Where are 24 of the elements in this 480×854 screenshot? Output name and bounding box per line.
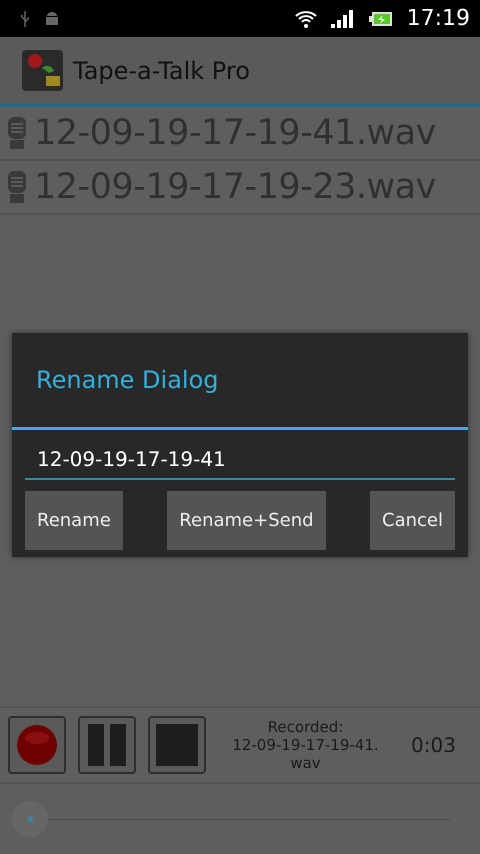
microphone-icon [6, 170, 28, 204]
pause-button[interactable] [78, 716, 136, 774]
app-logo-icon [22, 50, 63, 91]
clock-time: 17:19 [406, 5, 470, 33]
stop-icon [156, 724, 198, 766]
microphone-icon [6, 116, 28, 150]
elapsed-time: 0:03 [411, 732, 456, 759]
rename-button[interactable]: Rename [25, 491, 123, 550]
rename-send-button[interactable]: Rename+Send [167, 491, 326, 550]
battery-icon [368, 10, 393, 26]
signal-icon [330, 8, 355, 28]
record-icon [16, 724, 58, 766]
app-title: Tape-a-Talk Pro [73, 56, 250, 86]
dialog-title: Rename Dialog [12, 333, 468, 430]
record-button[interactable] [8, 716, 66, 774]
filename-field[interactable]: 12-09-19-17-19-41 [25, 440, 455, 480]
usb-icon [20, 10, 30, 28]
wifi-icon [294, 8, 317, 28]
status-filename: 12-09-19-17-19-41. wav [231, 736, 380, 772]
pause-icon [86, 724, 128, 766]
seek-thumb[interactable] [12, 801, 48, 837]
status-label: Recorded: [266, 718, 344, 736]
stop-button[interactable] [148, 716, 206, 774]
cancel-button[interactable]: Cancel [370, 491, 455, 550]
